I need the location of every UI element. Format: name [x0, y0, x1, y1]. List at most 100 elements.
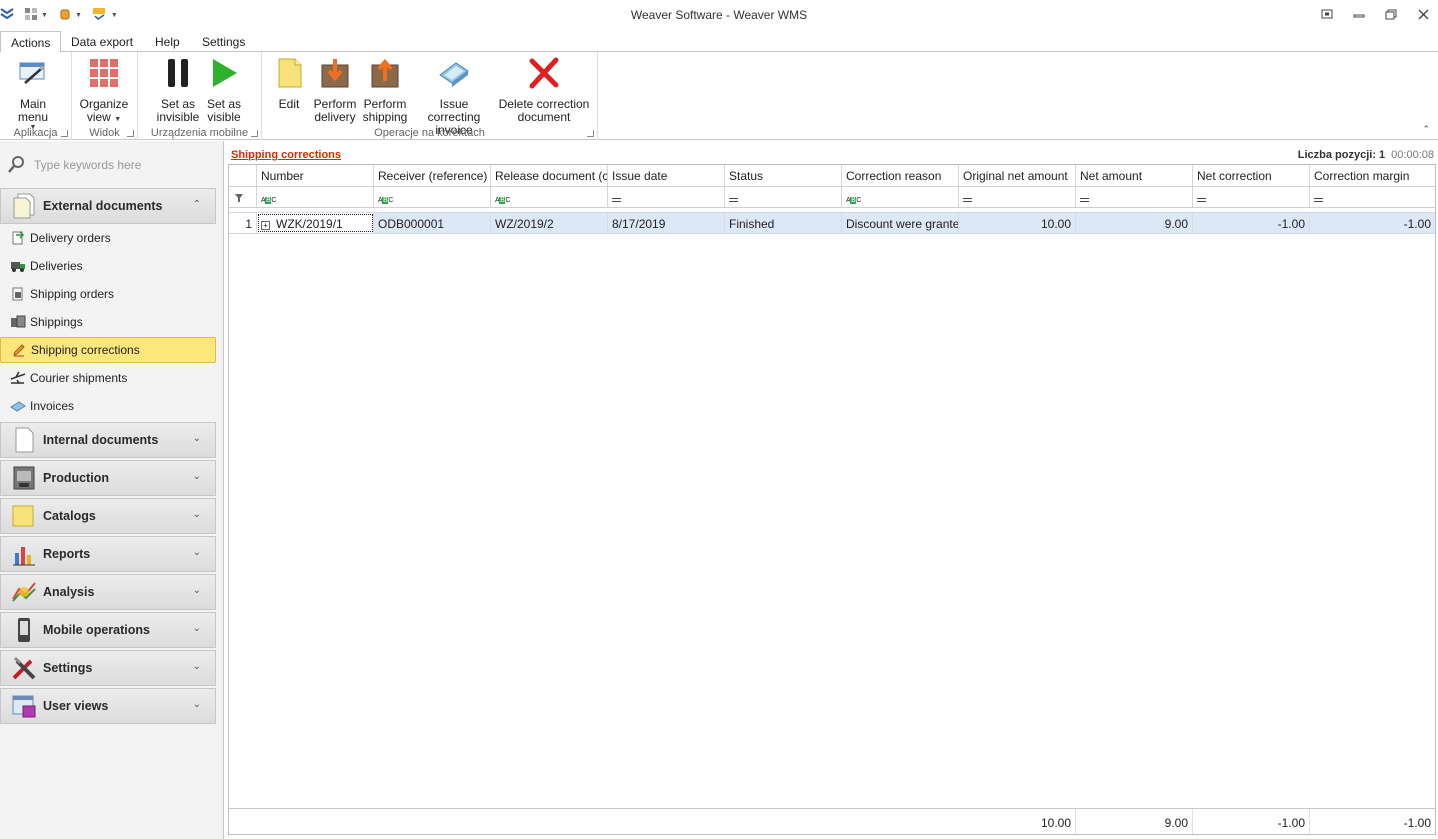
nav-group-settings[interactable]: Settings ⌄ [0, 650, 216, 686]
grid-footer-totals: 10.00 9.00 -1.00 -1.00 [229, 808, 1435, 834]
column-header-issue-date[interactable]: Issue date [608, 165, 725, 186]
equals-filter-icon [1080, 198, 1089, 202]
set-visible-button[interactable]: Set as visible [202, 56, 246, 124]
column-header-net-amount[interactable]: Net amount [1076, 165, 1193, 186]
nav-group-label: Catalogs [43, 509, 96, 523]
nav-item-shipping-corrections[interactable]: Shipping corrections [0, 337, 216, 363]
collapse-ribbon-button[interactable]: ⌃ [1422, 124, 1430, 135]
table-row[interactable]: 1 + WZK/2019/1 ODB000001 WZ/2019/2 8/17/2… [229, 212, 1435, 234]
cell-net-amount[interactable]: 9.00 [1076, 213, 1193, 233]
nav-item-label: Invoices [30, 399, 75, 413]
record-count-info: Liczba pozycji: 1 00:00:08 [1298, 149, 1434, 161]
edit-button[interactable]: Edit [272, 56, 306, 111]
group-launcher-icon[interactable] [251, 130, 258, 137]
cell-release-document[interactable]: WZ/2019/2 [491, 213, 608, 233]
column-header-correction-reason[interactable]: Correction reason [842, 165, 959, 186]
filter-cell-correction-reason[interactable]: ABC [842, 187, 959, 207]
filter-cell-correction-margin[interactable] [1310, 187, 1435, 207]
invoice-icon [10, 398, 26, 414]
column-header-correction-margin[interactable]: Correction margin [1310, 165, 1435, 186]
cell-receiver[interactable]: ODB000001 [374, 213, 491, 233]
fullscreen-icon [1321, 9, 1333, 19]
filter-cell-net-amount[interactable] [1076, 187, 1193, 207]
nav-group-user-views[interactable]: User views ⌄ [0, 688, 216, 724]
total-correction-margin: -1.00 [1403, 816, 1431, 830]
tab-help[interactable]: Help [145, 31, 190, 53]
nav-item-shipping-orders[interactable]: Shipping orders [0, 281, 216, 307]
cell-correction-margin[interactable]: -1.00 [1310, 213, 1435, 233]
restore-button[interactable] [1382, 6, 1400, 22]
filter-cell-number[interactable]: ABC [257, 187, 374, 207]
perform-delivery-button[interactable]: Perform delivery [312, 56, 358, 124]
nav-group-analysis[interactable]: Analysis ⌄ [0, 574, 216, 610]
nav-group-external-documents[interactable]: External documents ⌃ [0, 188, 216, 224]
tab-actions[interactable]: Actions [0, 31, 62, 53]
column-header-release-document[interactable]: Release document (c... [491, 165, 608, 186]
nav-search[interactable]: Type keywords here [6, 155, 216, 175]
equals-filter-icon [1197, 198, 1206, 202]
column-header-number[interactable]: Number [257, 165, 374, 186]
cell-net-correction[interactable]: -1.00 [1193, 213, 1310, 233]
perform-shipping-button[interactable]: Perform shipping [362, 56, 408, 124]
shipping-orders-icon [10, 286, 26, 302]
filter-cell-original-net-amount[interactable] [959, 187, 1076, 207]
shipping-label: shipping [362, 110, 408, 124]
column-header-net-correction[interactable]: Net correction [1193, 165, 1310, 186]
nav-group-internal-documents[interactable]: Internal documents ⌄ [0, 422, 216, 458]
close-icon [1418, 9, 1428, 19]
minimize-button[interactable] [1350, 6, 1368, 22]
expand-row-icon[interactable]: + [261, 221, 270, 230]
filter-cell-receiver[interactable]: ABC [374, 187, 491, 207]
nav-group-catalogs[interactable]: Catalogs ⌄ [0, 498, 216, 534]
cell-status[interactable]: Finished [725, 213, 842, 233]
nav-group-reports[interactable]: Reports ⌄ [0, 536, 216, 572]
filter-cell-issue-date[interactable] [608, 187, 725, 207]
chevron-down-icon: ⌄ [192, 509, 201, 520]
group-launcher-icon[interactable] [127, 130, 134, 137]
filter-cell-net-correction[interactable] [1193, 187, 1310, 207]
organize-view-button[interactable]: Organize view ▼ [78, 56, 130, 124]
nav-item-delivery-orders[interactable]: Delivery orders [0, 225, 216, 251]
nav-item-courier-shipments[interactable]: Courier shipments [0, 365, 216, 391]
group-launcher-icon[interactable] [587, 130, 594, 137]
navigation-pane: Type keywords here External documents ⌃ … [0, 141, 224, 839]
main-menu-button[interactable]: Main menu ▼ [4, 56, 62, 132]
tab-data-export[interactable]: Data export [61, 31, 143, 53]
nav-group-label: Settings [43, 661, 93, 675]
nav-item-shippings[interactable]: Shippings [0, 309, 216, 335]
search-input[interactable]: Type keywords here [34, 158, 141, 172]
filter-cell-status[interactable] [725, 187, 842, 207]
reports-icon [11, 541, 37, 567]
cell-original-net-amount[interactable]: 10.00 [959, 213, 1076, 233]
nav-item-invoices[interactable]: Invoices [0, 393, 216, 419]
filter-icon [235, 194, 243, 202]
page-title[interactable]: Shipping corrections [231, 149, 341, 161]
tab-settings[interactable]: Settings [192, 31, 255, 53]
set-invisible-button[interactable]: Set as invisible [156, 56, 200, 124]
cell-issue-date[interactable]: 8/17/2019 [608, 213, 725, 233]
chevron-down-icon: ⌄ [192, 699, 201, 710]
chevron-down-icon: ⌄ [192, 585, 201, 596]
fullscreen-button[interactable] [1318, 6, 1336, 22]
nav-group-production[interactable]: Production ⌄ [0, 460, 216, 496]
organize-view-icon [87, 56, 121, 90]
main-menu-icon [16, 56, 50, 90]
column-header-original-net-amount[interactable]: Original net amount [959, 165, 1076, 186]
cell-correction-reason[interactable]: Discount were granted [842, 213, 959, 233]
group-launcher-icon[interactable] [61, 130, 68, 137]
filter-cell-release-document[interactable]: ABC [491, 187, 608, 207]
minimize-icon [1353, 14, 1365, 18]
column-header-status[interactable]: Status [725, 165, 842, 186]
ribbon-group-widok: Organize view ▼ Widok [72, 52, 138, 140]
filter-row-indicator [229, 187, 257, 207]
close-button[interactable] [1414, 6, 1432, 22]
nav-item-deliveries[interactable]: Deliveries [0, 253, 216, 279]
nav-group-label: Analysis [43, 585, 95, 599]
mobile-device-icon [11, 617, 37, 643]
grid-filter-row: ABC ABC ABC ABC [229, 187, 1435, 208]
cell-number[interactable]: + WZK/2019/1 [257, 213, 374, 233]
delete-correction-button[interactable]: Delete correction document [498, 56, 590, 124]
column-header-receiver[interactable]: Receiver (reference) [374, 165, 491, 186]
issue-correcting-invoice-button[interactable]: Issue correcting invoice [412, 56, 496, 137]
nav-group-mobile-operations[interactable]: Mobile operations ⌄ [0, 612, 216, 648]
